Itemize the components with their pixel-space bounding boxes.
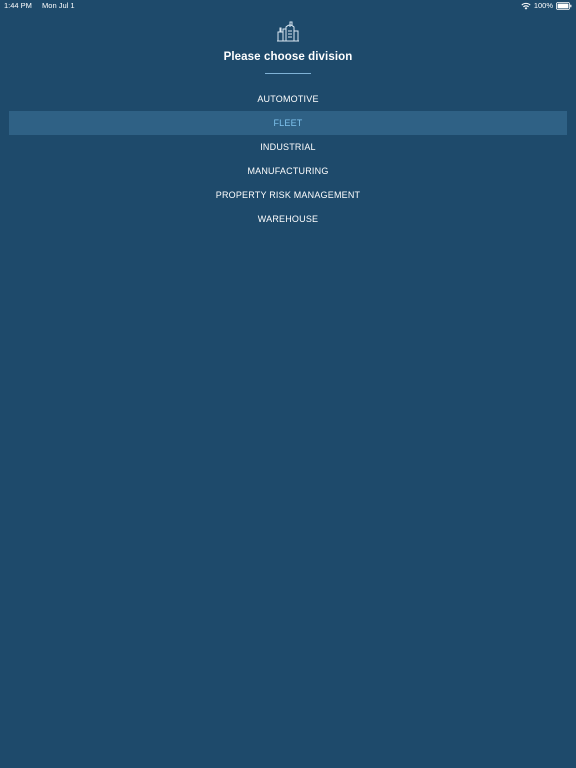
page-title: Please choose division (223, 51, 353, 63)
division-list: AUTOMOTIVE FLEET INDUSTRIAL MANUFACTURIN… (9, 87, 567, 231)
battery-percent: 100% (533, 1, 553, 10)
status-time: 1:44 PM (4, 1, 32, 10)
division-item-property-risk-management[interactable]: PROPERTY RISK MANAGEMENT (9, 183, 567, 207)
status-right: 100% (521, 0, 572, 12)
division-item-industrial[interactable]: INDUSTRIAL (9, 135, 567, 159)
status-left: 1:44 PM Mon Jul 1 (4, 0, 83, 12)
division-item-manufacturing[interactable]: MANUFACTURING (9, 159, 567, 183)
division-item-automotive[interactable]: AUTOMOTIVE (9, 87, 567, 111)
division-item-fleet[interactable]: FLEET (9, 111, 567, 135)
status-date: Mon Jul 1 (42, 1, 75, 10)
title-underline (265, 73, 311, 74)
status-bar: 1:44 PM Mon Jul 1 100% (0, 0, 576, 12)
wifi-icon (521, 2, 531, 10)
battery-full-icon (556, 2, 572, 10)
factory-icon (276, 19, 300, 43)
division-item-warehouse[interactable]: WAREHOUSE (9, 207, 567, 231)
